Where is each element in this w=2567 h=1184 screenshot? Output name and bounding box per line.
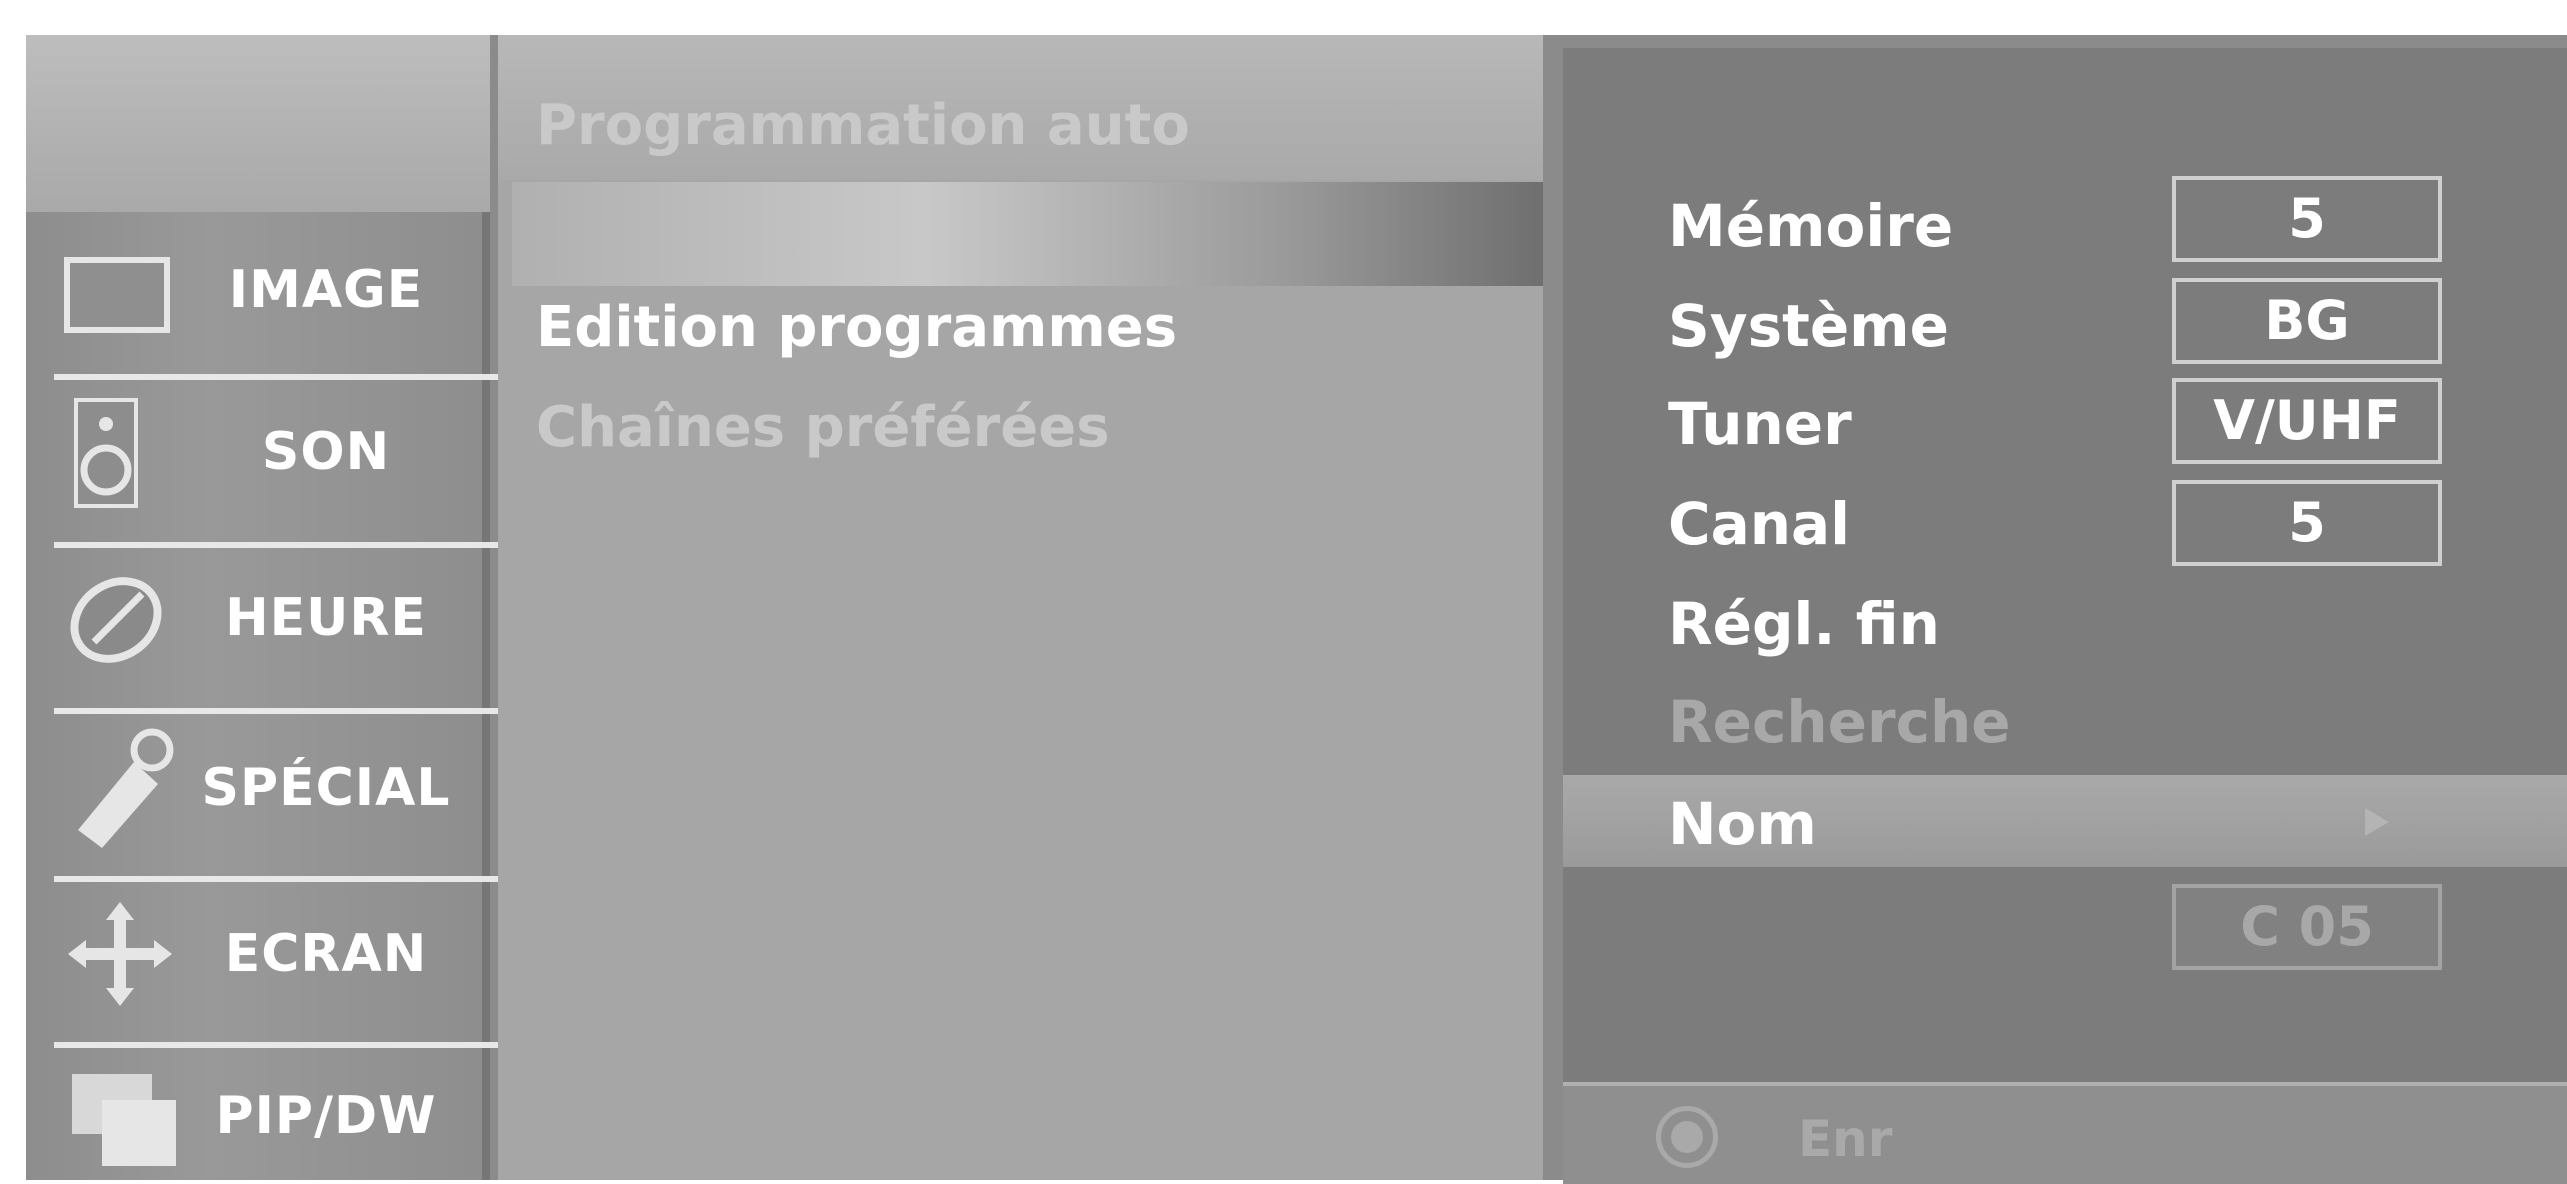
systeme-label: Système	[1668, 292, 1949, 360]
sidebar-item-label: SPÉCIAL	[201, 758, 451, 818]
menu-item-edition-programmes[interactable]: Edition programmes	[536, 295, 1177, 360]
sidebar-item-label: PIP/DW	[215, 1086, 437, 1146]
tuner-label: Tuner	[1668, 390, 1852, 458]
canal-value-field[interactable]: 5	[2172, 480, 2442, 566]
canal-label: Canal	[1668, 490, 1851, 558]
record-button-icon[interactable]	[1656, 1106, 1718, 1168]
tag-icon	[66, 722, 176, 856]
enr-label: Enr	[1798, 1110, 1893, 1168]
memoire-label: Mémoire	[1668, 192, 1954, 260]
arrow-right-icon	[2365, 808, 2389, 836]
sidebar-item-heure[interactable]: HEURE	[26, 548, 482, 714]
sidebar-item-pip-dw[interactable]: PIP/DW	[26, 1048, 482, 1180]
sidebar-item-special[interactable]: SPÉCIAL	[26, 714, 482, 880]
regl-fin-label[interactable]: Régl. fin	[1668, 590, 1940, 658]
menu-item-programmation-auto[interactable]: Programmation auto	[536, 93, 1190, 158]
image-icon	[64, 257, 170, 337]
recherche-label[interactable]: Recherche	[1668, 688, 2011, 756]
nom-value-field[interactable]: C 05	[2172, 884, 2442, 970]
systeme-value-field[interactable]: BG	[2172, 278, 2442, 364]
sidebar-item-label: SON	[261, 422, 391, 482]
speaker-icon	[74, 398, 138, 512]
tuner-value-field[interactable]: V/UHF	[2172, 378, 2442, 464]
sidebar-item-ecran[interactable]: ECRAN	[26, 882, 482, 1048]
nom-label[interactable]: Nom	[1668, 790, 1817, 858]
sidebar-item-image[interactable]: IMAGE	[26, 212, 482, 378]
sidebar-item-label: ECRAN	[224, 924, 428, 984]
move-arrows-icon	[68, 902, 172, 1010]
pip-icon	[72, 1074, 176, 1170]
sidebar-item-label: HEURE	[225, 588, 427, 648]
sidebar-item-son[interactable]: SON	[26, 380, 482, 546]
sidebar: IMAGE SON HEURE SPÉCIAL ECRAN PIP/DW	[26, 212, 500, 1180]
program-menu-highlight	[512, 182, 1543, 286]
memoire-value-field[interactable]: 5	[2172, 176, 2442, 262]
sidebar-header	[26, 35, 490, 212]
sidebar-item-label: IMAGE	[228, 260, 424, 320]
menu-item-chaines-preferees[interactable]: Chaînes préférées	[536, 395, 1110, 460]
clock-icon	[64, 570, 172, 670]
